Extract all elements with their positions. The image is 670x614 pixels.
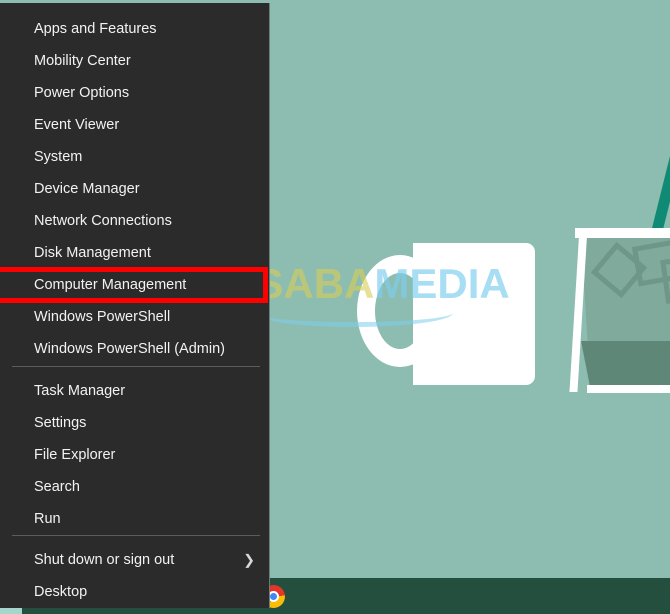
cup-bottom <box>587 385 670 393</box>
menu-item-label: Shut down or sign out <box>34 551 175 568</box>
menu-item-desktop[interactable]: Desktop <box>0 576 269 608</box>
menu-item-label: Task Manager <box>34 382 126 399</box>
menu-item-label: Settings <box>34 414 87 431</box>
menu-item-search[interactable]: Search <box>0 471 269 503</box>
menu-item-windows-powershell-admin[interactable]: Windows PowerShell (Admin) <box>0 333 269 365</box>
cup-lid <box>575 228 670 238</box>
menu-item-label: File Explorer <box>34 446 116 463</box>
menu-item-label: Computer Management <box>34 276 187 293</box>
menu-item-apps-and-features[interactable]: Apps and Features <box>0 13 269 45</box>
menu-item-windows-powershell[interactable]: Windows PowerShell <box>0 301 269 333</box>
cup-liquid <box>581 341 670 390</box>
menu-item-label: Windows PowerShell (Admin) <box>34 340 225 357</box>
menu-item-network-connections[interactable]: Network Connections <box>0 205 269 237</box>
menu-item-power-options[interactable]: Power Options <box>0 77 269 109</box>
power-user-menu[interactable]: Apps and Features Mobility Center Power Op… <box>0 3 270 608</box>
menu-item-label: Windows PowerShell <box>34 308 171 325</box>
menu-item-system[interactable]: System <box>0 141 269 173</box>
menu-item-run[interactable]: Run <box>0 503 269 535</box>
menu-item-label: Power Options <box>34 84 130 101</box>
menu-item-mobility-center[interactable]: Mobility Center <box>0 45 269 77</box>
menu-item-label: Apps and Features <box>34 20 157 37</box>
menu-item-label: Run <box>34 510 61 527</box>
menu-item-label: Device Manager <box>34 180 140 197</box>
menu-item-label: Disk Management <box>34 244 151 261</box>
menu-item-label: Desktop <box>34 583 88 600</box>
menu-item-disk-management[interactable]: Disk Management <box>0 237 269 269</box>
menu-item-shut-down-or-sign-out[interactable]: Shut down or sign out ❯ <box>0 544 269 576</box>
menu-list: Apps and Features Mobility Center Power Op… <box>0 3 269 608</box>
taskbar-start-chip <box>0 608 22 614</box>
cup-outline-left <box>569 236 587 392</box>
chevron-right-icon: ❯ <box>243 551 255 568</box>
menu-item-label: System <box>34 148 83 165</box>
iced-drink-illustration <box>569 145 670 403</box>
menu-item-settings[interactable]: Settings <box>0 407 269 439</box>
mug-body <box>413 243 535 385</box>
menu-separator <box>12 366 260 367</box>
menu-item-device-manager[interactable]: Device Manager <box>0 173 269 205</box>
menu-item-label: Search <box>34 478 80 495</box>
menu-item-computer-management[interactable]: Computer Management <box>0 269 269 301</box>
menu-item-label: Event Viewer <box>34 116 120 133</box>
menu-item-task-manager[interactable]: Task Manager <box>0 375 269 407</box>
menu-separator <box>12 535 260 536</box>
menu-item-event-viewer[interactable]: Event Viewer <box>0 109 269 141</box>
screen: NESABAMEDIA Apps and Features Mobility Ce… <box>0 0 670 614</box>
menu-item-file-explorer[interactable]: File Explorer <box>0 439 269 471</box>
menu-item-label: Mobility Center <box>34 52 131 69</box>
menu-item-label: Network Connections <box>34 212 172 229</box>
